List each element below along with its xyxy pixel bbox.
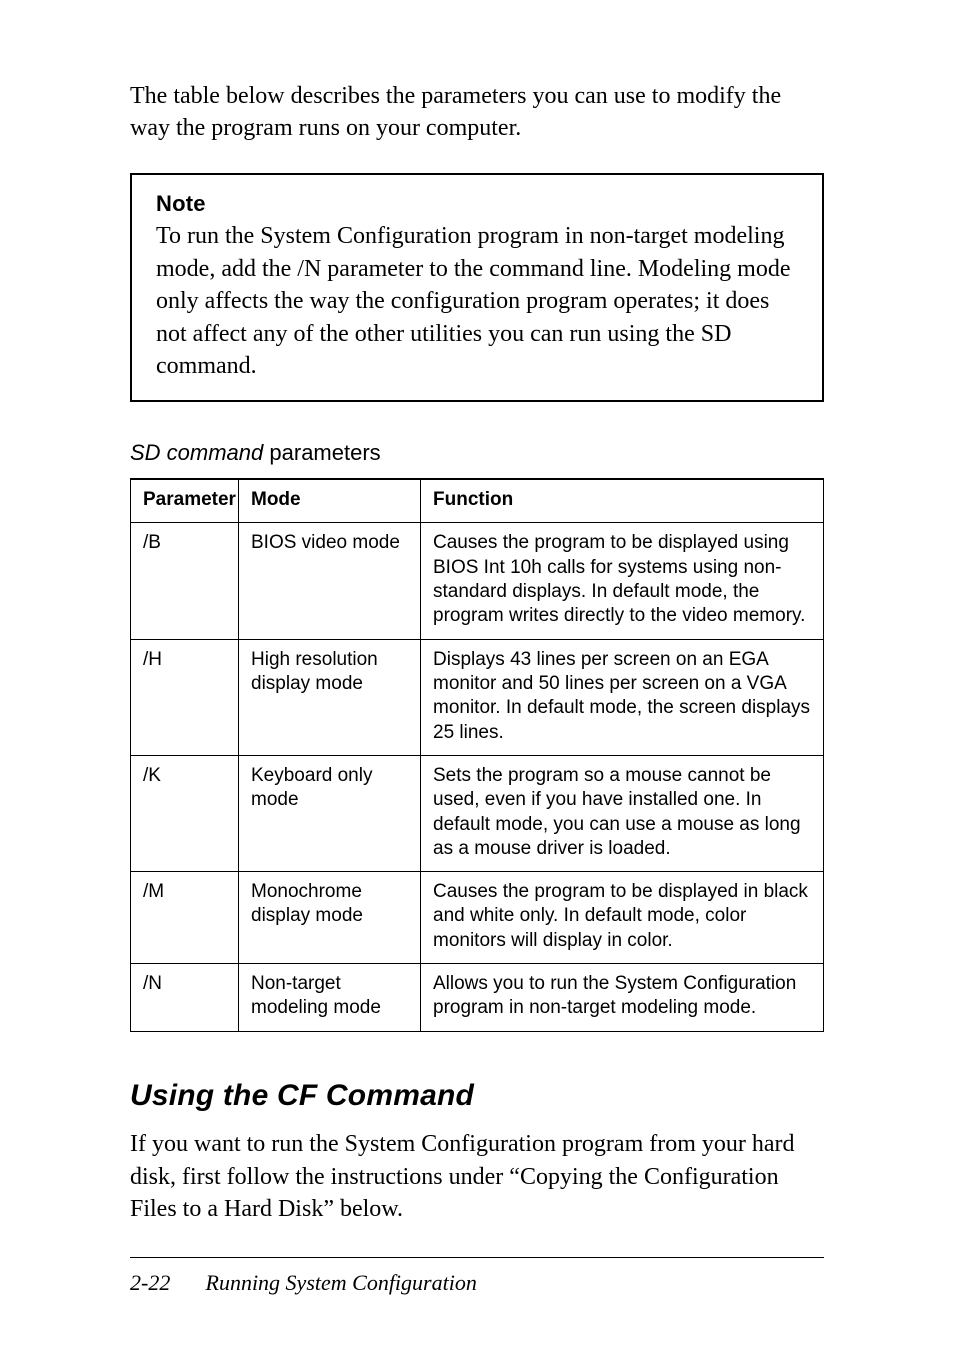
- table-row: /B BIOS video mode Causes the program to…: [131, 523, 824, 639]
- footer-title: Running System Configuration: [206, 1270, 477, 1295]
- cell-func: Causes the program to be displayed in bl…: [421, 872, 824, 964]
- cell-param: /M: [131, 872, 239, 964]
- page: The table below describes the parameters…: [0, 0, 954, 1352]
- col-header-parameter: Parameter: [131, 479, 239, 523]
- caption-italic: SD command: [130, 440, 263, 465]
- parameters-table: Parameter Mode Function /B BIOS video mo…: [130, 478, 824, 1032]
- col-header-mode: Mode: [239, 479, 421, 523]
- page-footer: 2-22 Running System Configuration: [130, 1257, 824, 1298]
- table-row: /M Monochrome display mode Causes the pr…: [131, 872, 824, 964]
- cell-param: /B: [131, 523, 239, 639]
- cell-func: Allows you to run the System Configurati…: [421, 964, 824, 1032]
- table-row: /K Keyboard only mode Sets the program s…: [131, 755, 824, 871]
- col-header-function: Function: [421, 479, 824, 523]
- cell-mode: Monochrome display mode: [239, 872, 421, 964]
- section-heading: Using the CF Command: [130, 1076, 824, 1117]
- cell-func: Sets the program so a mouse cannot be us…: [421, 755, 824, 871]
- cell-param: /K: [131, 755, 239, 871]
- cell-param: /N: [131, 964, 239, 1032]
- cell-mode: Non-target modeling mode: [239, 964, 421, 1032]
- note-title: Note: [156, 189, 798, 219]
- table-caption: SD command parameters: [130, 438, 824, 468]
- caption-rest: parameters: [263, 440, 380, 465]
- page-number: 2-22: [130, 1268, 200, 1298]
- section-body: If you want to run the System Configurat…: [130, 1128, 824, 1225]
- cell-func: Causes the program to be displayed using…: [421, 523, 824, 639]
- cell-mode: High resolution display mode: [239, 639, 421, 755]
- table-row: /H High resolution display mode Displays…: [131, 639, 824, 755]
- intro-paragraph: The table below describes the parameters…: [130, 80, 824, 145]
- note-body: To run the System Configuration program …: [156, 220, 798, 382]
- cell-mode: Keyboard only mode: [239, 755, 421, 871]
- cell-func: Displays 43 lines per screen on an EGA m…: [421, 639, 824, 755]
- note-box: Note To run the System Configuration pro…: [130, 173, 824, 403]
- table-header-row: Parameter Mode Function: [131, 479, 824, 523]
- cell-mode: BIOS video mode: [239, 523, 421, 639]
- cell-param: /H: [131, 639, 239, 755]
- table-row: /N Non-target modeling mode Allows you t…: [131, 964, 824, 1032]
